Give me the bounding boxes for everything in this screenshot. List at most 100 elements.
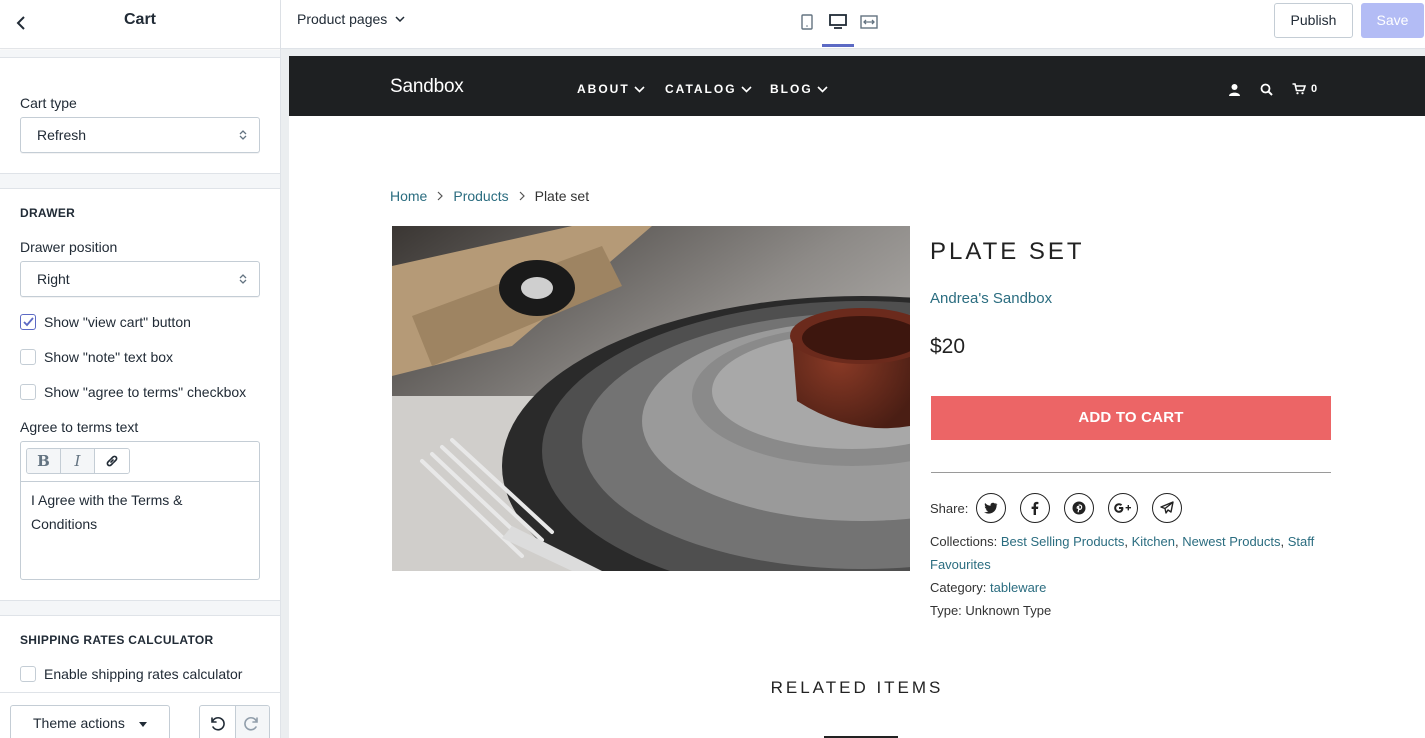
undo-redo-group xyxy=(199,705,270,738)
share-google-plus-button[interactable] xyxy=(1108,493,1139,523)
chevron-left-icon xyxy=(16,16,25,30)
nav-about-label: ABOUT xyxy=(577,82,630,96)
nav-item-blog[interactable]: BLOG xyxy=(770,82,828,96)
agree-terms-checkbox-row[interactable]: Show "agree to terms" checkbox xyxy=(20,382,246,402)
collections-label: Collections: xyxy=(930,534,998,549)
related-items-heading: RELATED ITEMS xyxy=(770,678,944,697)
share-twitter-button[interactable] xyxy=(976,493,1007,523)
fullscreen-view-button[interactable] xyxy=(858,12,880,32)
nav-item-catalog[interactable]: CATALOG xyxy=(665,82,752,96)
bold-button[interactable]: B xyxy=(27,449,61,473)
undo-icon xyxy=(211,717,226,731)
store-logo[interactable]: Sandbox xyxy=(390,76,464,98)
nav-blog-label: BLOG xyxy=(770,82,813,96)
agree-terms-checkbox[interactable] xyxy=(20,384,36,400)
type-value: Unknown Type xyxy=(965,603,1052,618)
product-vendor-link[interactable]: Andrea's Sandbox xyxy=(930,290,1052,307)
breadcrumb-home[interactable]: Home xyxy=(390,188,427,204)
divider xyxy=(0,57,280,58)
save-button[interactable]: Save xyxy=(1361,3,1424,38)
view-cart-checkbox[interactable] xyxy=(20,314,36,330)
note-checkbox[interactable] xyxy=(20,349,36,365)
twitter-icon xyxy=(984,502,998,514)
breadcrumb-separator-icon xyxy=(519,188,525,204)
view-cart-checkbox-row[interactable]: Show "view cart" button xyxy=(20,312,191,332)
theme-editor-sidebar: Cart Cart type Refresh DRAWER Drawer pos… xyxy=(0,0,281,738)
cart-type-select[interactable]: Refresh xyxy=(20,117,260,153)
back-button[interactable] xyxy=(8,10,34,36)
breadcrumb-separator-icon xyxy=(437,188,444,204)
share-facebook-button[interactable] xyxy=(1020,493,1051,523)
section-gap xyxy=(0,601,280,615)
terms-text-content[interactable]: I Agree with the Terms & Conditions xyxy=(31,488,251,536)
caret-down-icon xyxy=(139,722,147,727)
fullscreen-icon xyxy=(860,15,878,29)
google-plus-icon xyxy=(1114,503,1132,513)
divider xyxy=(931,472,1331,473)
theme-actions-button[interactable]: Theme actions xyxy=(10,705,170,738)
store-header: Sandbox ABOUT CATALOG BLOG 0 xyxy=(289,56,1425,116)
undo-button[interactable] xyxy=(200,706,235,738)
share-pinterest-button[interactable] xyxy=(1064,493,1095,523)
chevron-down-icon xyxy=(817,85,828,93)
publish-button[interactable]: Publish xyxy=(1274,3,1353,38)
collection-link[interactable]: Newest Products xyxy=(1182,534,1280,549)
storefront-preview: Sandbox ABOUT CATALOG BLOG 0 Home Produc… xyxy=(289,56,1425,738)
drawer-position-select[interactable]: Right xyxy=(20,261,260,297)
cart-type-label: Cart type xyxy=(20,95,77,111)
section-gap xyxy=(0,50,280,57)
cart-button[interactable] xyxy=(1291,81,1307,97)
italic-button[interactable]: I xyxy=(61,449,95,473)
user-icon xyxy=(1228,83,1240,96)
product-image[interactable] xyxy=(392,226,910,571)
terms-text-editor[interactable]: B I I Agree with the Terms & Conditions xyxy=(20,441,260,580)
add-to-cart-button[interactable]: ADD TO CART xyxy=(931,396,1331,440)
link-icon xyxy=(106,455,118,467)
share-telegram-button[interactable] xyxy=(1152,493,1183,523)
page-picker-label: Product pages xyxy=(297,11,388,27)
checkmark-icon xyxy=(23,317,34,327)
breadcrumb-products[interactable]: Products xyxy=(453,188,508,204)
shipping-calculator-checkbox[interactable] xyxy=(20,666,36,682)
product-collections: Collections: Best Selling Products, Kitc… xyxy=(930,534,1315,572)
drawer-position-label: Drawer position xyxy=(20,239,118,255)
type-label: Type: xyxy=(930,603,962,618)
mobile-view-button[interactable] xyxy=(796,12,818,32)
share-row: Share: xyxy=(930,493,1196,523)
redo-icon xyxy=(244,717,259,731)
section-gap xyxy=(0,174,280,188)
note-checkbox-row[interactable]: Show "note" text box xyxy=(20,347,173,367)
collection-link[interactable]: Best Selling Products xyxy=(1001,534,1125,549)
collection-link[interactable]: Kitchen xyxy=(1132,534,1175,549)
sidebar-title: Cart xyxy=(123,11,156,28)
product-price: $20 xyxy=(930,335,966,358)
desktop-icon xyxy=(829,14,847,29)
mobile-icon xyxy=(801,14,813,30)
account-button[interactable] xyxy=(1226,81,1242,97)
drawer-position-value: Right xyxy=(37,271,70,287)
select-caret-icon xyxy=(239,130,247,140)
cart-type-value: Refresh xyxy=(37,127,87,143)
agree-terms-checkbox-label: Show "agree to terms" checkbox xyxy=(44,384,247,400)
theme-actions-label: Theme actions xyxy=(33,715,125,731)
product-category: Category: tableware xyxy=(930,576,1330,599)
formatting-buttons: B I xyxy=(26,448,130,474)
active-device-indicator xyxy=(822,44,854,47)
facebook-icon xyxy=(1031,501,1039,515)
desktop-view-button[interactable] xyxy=(827,12,849,32)
editor-toolbar: B I xyxy=(21,442,259,482)
search-button[interactable] xyxy=(1258,81,1274,97)
chevron-down-icon xyxy=(634,85,645,93)
redo-button[interactable] xyxy=(234,706,269,738)
link-button[interactable] xyxy=(95,449,129,473)
nav-item-about[interactable]: ABOUT xyxy=(577,82,645,96)
shipping-calculator-checkbox-row[interactable]: Enable shipping rates calculator xyxy=(20,664,242,684)
cart-count: 0 xyxy=(1311,83,1318,95)
category-link[interactable]: tableware xyxy=(990,580,1046,595)
page-picker[interactable]: Product pages xyxy=(297,11,405,27)
sidebar-footer: Theme actions xyxy=(0,692,280,738)
editor-topbar: Product pages Publish Save xyxy=(281,0,1425,49)
view-cart-checkbox-label: Show "view cart" button xyxy=(44,314,191,330)
drawer-heading: DRAWER xyxy=(20,206,76,220)
pinterest-icon xyxy=(1072,501,1086,515)
